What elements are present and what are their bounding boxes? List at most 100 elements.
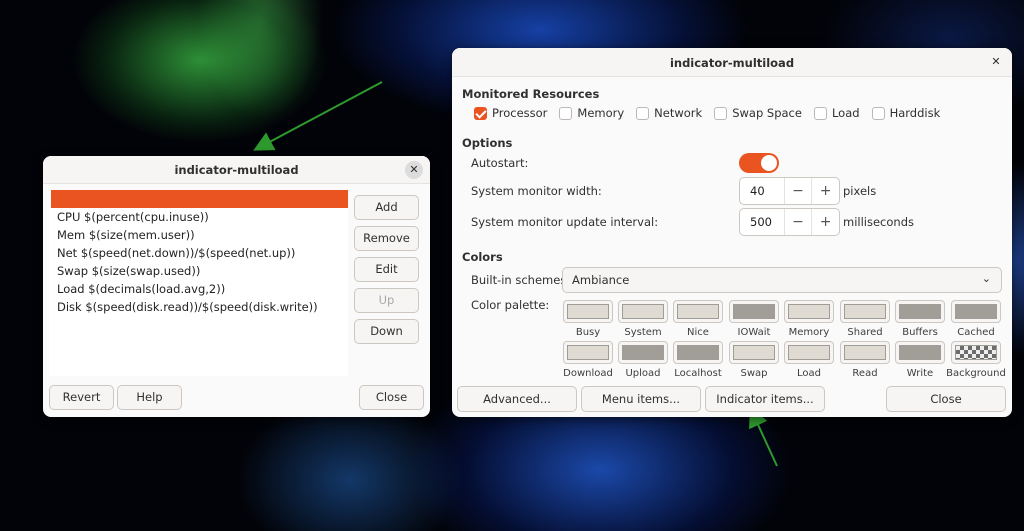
palette-swatch[interactable]: Download	[563, 341, 613, 379]
schemes-dropdown[interactable]: Ambiance ⌄	[562, 267, 1002, 293]
palette-swatch[interactable]: Localhost	[673, 341, 723, 379]
checkbox-box[interactable]	[714, 106, 728, 120]
palette-swatch[interactable]: Background	[946, 341, 1006, 379]
processor-checkbox[interactable]: Processor	[474, 105, 547, 121]
close-icon[interactable]: ✕	[987, 53, 1005, 71]
color-fill	[567, 304, 609, 319]
list-item[interactable]: Disk $(speed(disk.read))/$(speed(disk.wr…	[49, 298, 348, 316]
checkbox-box[interactable]	[636, 106, 650, 120]
color-button[interactable]	[951, 341, 1001, 364]
list-item[interactable]: Swap $(size(swap.used))	[49, 262, 348, 280]
list-item[interactable]: Mem $(size(mem.user))	[49, 226, 348, 244]
indicator-items-list: CPU $(percent(cpu.inuse)) Mem $(size(mem…	[49, 190, 348, 376]
colors-heading: Colors	[462, 250, 503, 264]
checkbox-box[interactable]	[474, 106, 487, 120]
palette-swatch[interactable]: System	[618, 300, 668, 338]
color-button[interactable]	[840, 300, 890, 323]
palette-swatch[interactable]: Cached	[951, 300, 1001, 338]
autostart-label: Autostart:	[471, 156, 529, 170]
interval-spinbutton[interactable]: 500 − +	[739, 208, 840, 236]
list-item[interactable]: CPU $(percent(cpu.inuse))	[49, 208, 348, 226]
swap-space-checkbox[interactable]: Swap Space	[714, 105, 802, 121]
checkbox-label: Processor	[492, 106, 548, 120]
width-spinbutton[interactable]: 40 − +	[739, 177, 840, 205]
advanced-button[interactable]: Advanced...	[457, 386, 577, 412]
color-button[interactable]	[618, 300, 668, 323]
close-button[interactable]: Close	[886, 386, 1006, 412]
checkbox-box[interactable]	[871, 106, 885, 120]
palette-swatch[interactable]: Buffers	[895, 300, 945, 338]
color-fill	[844, 345, 886, 360]
interval-value[interactable]: 500	[740, 209, 784, 235]
color-button[interactable]	[729, 341, 779, 364]
checkbox-box[interactable]	[559, 106, 573, 120]
help-button[interactable]: Help	[117, 385, 182, 410]
close-icon[interactable]: ✕	[405, 161, 423, 179]
revert-button[interactable]: Revert	[49, 385, 114, 410]
color-fill	[844, 304, 886, 319]
color-fill	[567, 345, 609, 360]
checkbox-box[interactable]	[813, 106, 827, 120]
color-button[interactable]	[784, 300, 834, 323]
palette-swatch[interactable]: Load	[784, 341, 834, 379]
color-button[interactable]	[951, 300, 1001, 323]
color-fill	[622, 345, 664, 360]
color-button[interactable]	[895, 341, 945, 364]
palette-swatch[interactable]: IOWait	[729, 300, 779, 338]
color-fill	[788, 304, 830, 319]
color-button[interactable]	[673, 341, 723, 364]
arrow-to-left-window	[253, 81, 383, 151]
palette-swatch[interactable]: Nice	[673, 300, 723, 338]
list-item[interactable]	[49, 190, 348, 208]
list-item[interactable]: Load $(decimals(load.avg,2))	[49, 280, 348, 298]
color-button[interactable]	[563, 341, 613, 364]
network-checkbox[interactable]: Network	[636, 105, 702, 121]
up-button[interactable]: Up	[354, 288, 419, 313]
window-title: indicator-multiload	[669, 56, 795, 70]
remove-button[interactable]: Remove	[354, 226, 419, 251]
color-button[interactable]	[563, 300, 613, 323]
increment-button[interactable]: +	[811, 178, 839, 204]
checkbox-label: Load	[831, 106, 860, 120]
decrement-button[interactable]: −	[783, 209, 812, 235]
memory-checkbox[interactable]: Memory	[559, 105, 624, 121]
width-value[interactable]: 40	[740, 178, 784, 204]
menu-items-button[interactable]: Menu items...	[581, 386, 701, 412]
titlebar: indicator-multiload ✕	[43, 156, 430, 184]
swatch-label: Cached	[957, 327, 995, 338]
add-button[interactable]: Add	[354, 195, 419, 220]
decrement-button[interactable]: −	[783, 178, 812, 204]
edit-button[interactable]: Edit	[354, 257, 419, 282]
palette-swatch[interactable]: Busy	[563, 300, 613, 338]
color-button[interactable]	[729, 300, 779, 323]
interval-unit: milliseconds	[843, 215, 914, 229]
down-button[interactable]: Down	[354, 319, 419, 344]
close-button[interactable]: Close	[359, 385, 424, 410]
schemes-label: Built-in schemes:	[471, 273, 571, 287]
monitored-resources-heading: Monitored Resources	[462, 87, 600, 101]
color-button[interactable]	[895, 300, 945, 323]
palette-swatch[interactable]: Shared	[840, 300, 890, 338]
color-button[interactable]	[618, 341, 668, 364]
palette-swatch[interactable]: Upload	[618, 341, 668, 379]
palette-swatch[interactable]: Read	[840, 341, 890, 379]
autostart-switch[interactable]	[739, 153, 779, 173]
load-checkbox[interactable]: Load	[813, 105, 860, 121]
color-fill	[677, 345, 719, 360]
palette-swatch[interactable]: Write	[895, 341, 945, 379]
chevron-down-icon: ⌄	[981, 272, 991, 285]
color-button[interactable]	[840, 341, 890, 364]
harddisk-checkbox[interactable]: Harddisk	[871, 105, 941, 121]
palette-swatch[interactable]: Swap	[729, 341, 779, 379]
color-button[interactable]	[673, 300, 723, 323]
increment-button[interactable]: +	[811, 209, 839, 235]
checkbox-label: Harddisk	[889, 106, 941, 120]
color-button[interactable]	[784, 341, 834, 364]
color-fill	[955, 304, 997, 319]
palette-swatch[interactable]: Memory	[784, 300, 834, 338]
indicator-items-button[interactable]: Indicator items...	[705, 386, 825, 412]
color-fill	[677, 304, 719, 319]
checkbox-label: Network	[654, 106, 703, 120]
list-item[interactable]: Net $(speed(net.down))/$(speed(net.up))	[49, 244, 348, 262]
checkbox-label: Swap Space	[732, 106, 802, 120]
